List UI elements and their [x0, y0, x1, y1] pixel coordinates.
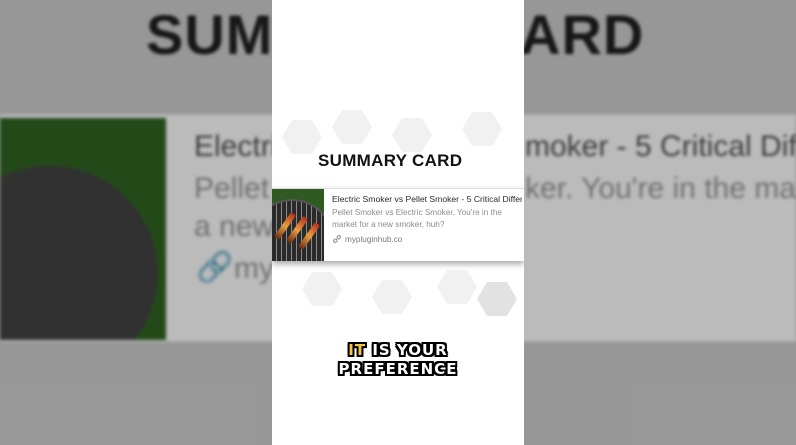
hex-decoration	[282, 120, 322, 154]
hex-decoration	[332, 110, 372, 144]
caption-highlight: IT	[348, 341, 367, 359]
card-title[interactable]: Electric Smoker vs Pellet Smoker - 5 Cri…	[332, 194, 522, 204]
summary-card[interactable]: Electric Smoker vs Pellet Smoker - 5 Cri…	[272, 188, 524, 261]
card-thumbnail	[272, 189, 324, 261]
hex-decoration	[462, 112, 502, 146]
link-icon	[333, 235, 341, 243]
summary-panel: SUMMARY CARD Electric Smoker vs Pellet S…	[272, 0, 524, 445]
card-domain: mypluginhub.co	[345, 234, 403, 244]
hex-decoration	[302, 272, 342, 306]
hex-decoration	[372, 280, 412, 314]
hex-decoration	[477, 282, 517, 316]
caption-line-1-rest: IS YOUR	[366, 341, 448, 359]
card-domain-row: mypluginhub.co	[332, 234, 522, 244]
hex-decoration	[392, 118, 432, 152]
caption-line-2: PREFERENCE	[338, 360, 458, 378]
card-body: Electric Smoker vs Pellet Smoker - 5 Cri…	[332, 194, 522, 244]
caption-line-1: IT IS YOUR	[272, 341, 524, 359]
card-description: Pellet Smoker vs Electric Smoker. You're…	[332, 208, 502, 229]
hex-decoration	[437, 270, 477, 304]
panel-heading: SUMMARY CARD	[318, 151, 463, 170]
